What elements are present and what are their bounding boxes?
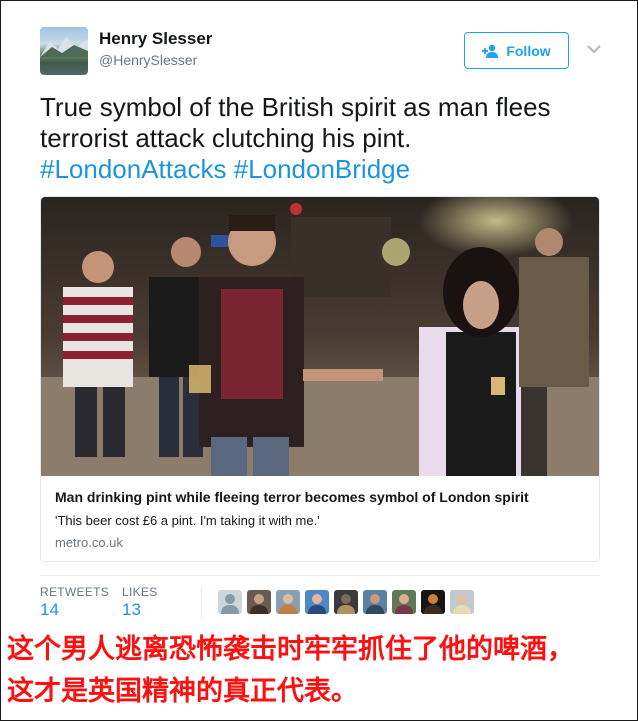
- card-description: 'This beer cost £6 a pint. I'm taking it…: [55, 513, 320, 528]
- retweets-count[interactable]: 14: [40, 600, 59, 620]
- overlay-line-2: 这才是英国精神的真正代表。: [7, 676, 358, 707]
- chevron-down-icon[interactable]: [586, 43, 602, 55]
- liker-avatar[interactable]: [247, 590, 271, 614]
- user-handle[interactable]: @HenrySlesser: [99, 52, 197, 68]
- liker-avatar[interactable]: [305, 590, 329, 614]
- follow-label: Follow: [506, 42, 551, 59]
- liker-avatar[interactable]: [363, 590, 387, 614]
- tweet-text: True symbol of the British spirit as man…: [40, 92, 600, 185]
- chinese-caption-overlay: 这个男人逃离恐怖袭击时牢牢抓住了他的啤酒， 这才是英国精神的真正代表。: [7, 629, 637, 713]
- liker-avatar[interactable]: [450, 590, 474, 614]
- screenshot-frame: Henry Slesser @HenrySlesser Follow True …: [0, 0, 638, 721]
- profile-avatar[interactable]: [40, 27, 88, 75]
- stats-separator: [201, 587, 202, 619]
- likes-count[interactable]: 13: [122, 600, 141, 620]
- follow-button[interactable]: Follow: [464, 32, 569, 69]
- add-user-icon: [482, 44, 499, 58]
- liker-avatars: [218, 590, 474, 614]
- link-card[interactable]: Man drinking pint while fleeing terror b…: [40, 196, 600, 562]
- likes-label[interactable]: LIKES: [122, 585, 158, 599]
- default-avatar-icon[interactable]: [218, 590, 242, 614]
- liker-avatar[interactable]: [276, 590, 300, 614]
- avatar-mountain-scene: [40, 37, 88, 57]
- retweets-label[interactable]: RETWEETS: [40, 585, 109, 599]
- card-domain[interactable]: metro.co.uk: [55, 535, 123, 550]
- tweet-body: True symbol of the British spirit as man…: [40, 92, 551, 153]
- liker-avatar[interactable]: [392, 590, 416, 614]
- hashtag-link[interactable]: #LondonBridge: [234, 154, 410, 184]
- user-name[interactable]: Henry Slesser: [99, 29, 212, 49]
- liker-avatar[interactable]: [334, 590, 358, 614]
- liker-avatar[interactable]: [421, 590, 445, 614]
- hashtag-link[interactable]: #LondonAttacks: [40, 154, 226, 184]
- stats-divider: [40, 575, 600, 576]
- card-photo[interactable]: [41, 197, 599, 476]
- card-title[interactable]: Man drinking pint while fleeing terror b…: [55, 489, 529, 505]
- overlay-line-1: 这个男人逃离恐怖袭击时牢牢抓住了他的啤酒，: [7, 634, 574, 665]
